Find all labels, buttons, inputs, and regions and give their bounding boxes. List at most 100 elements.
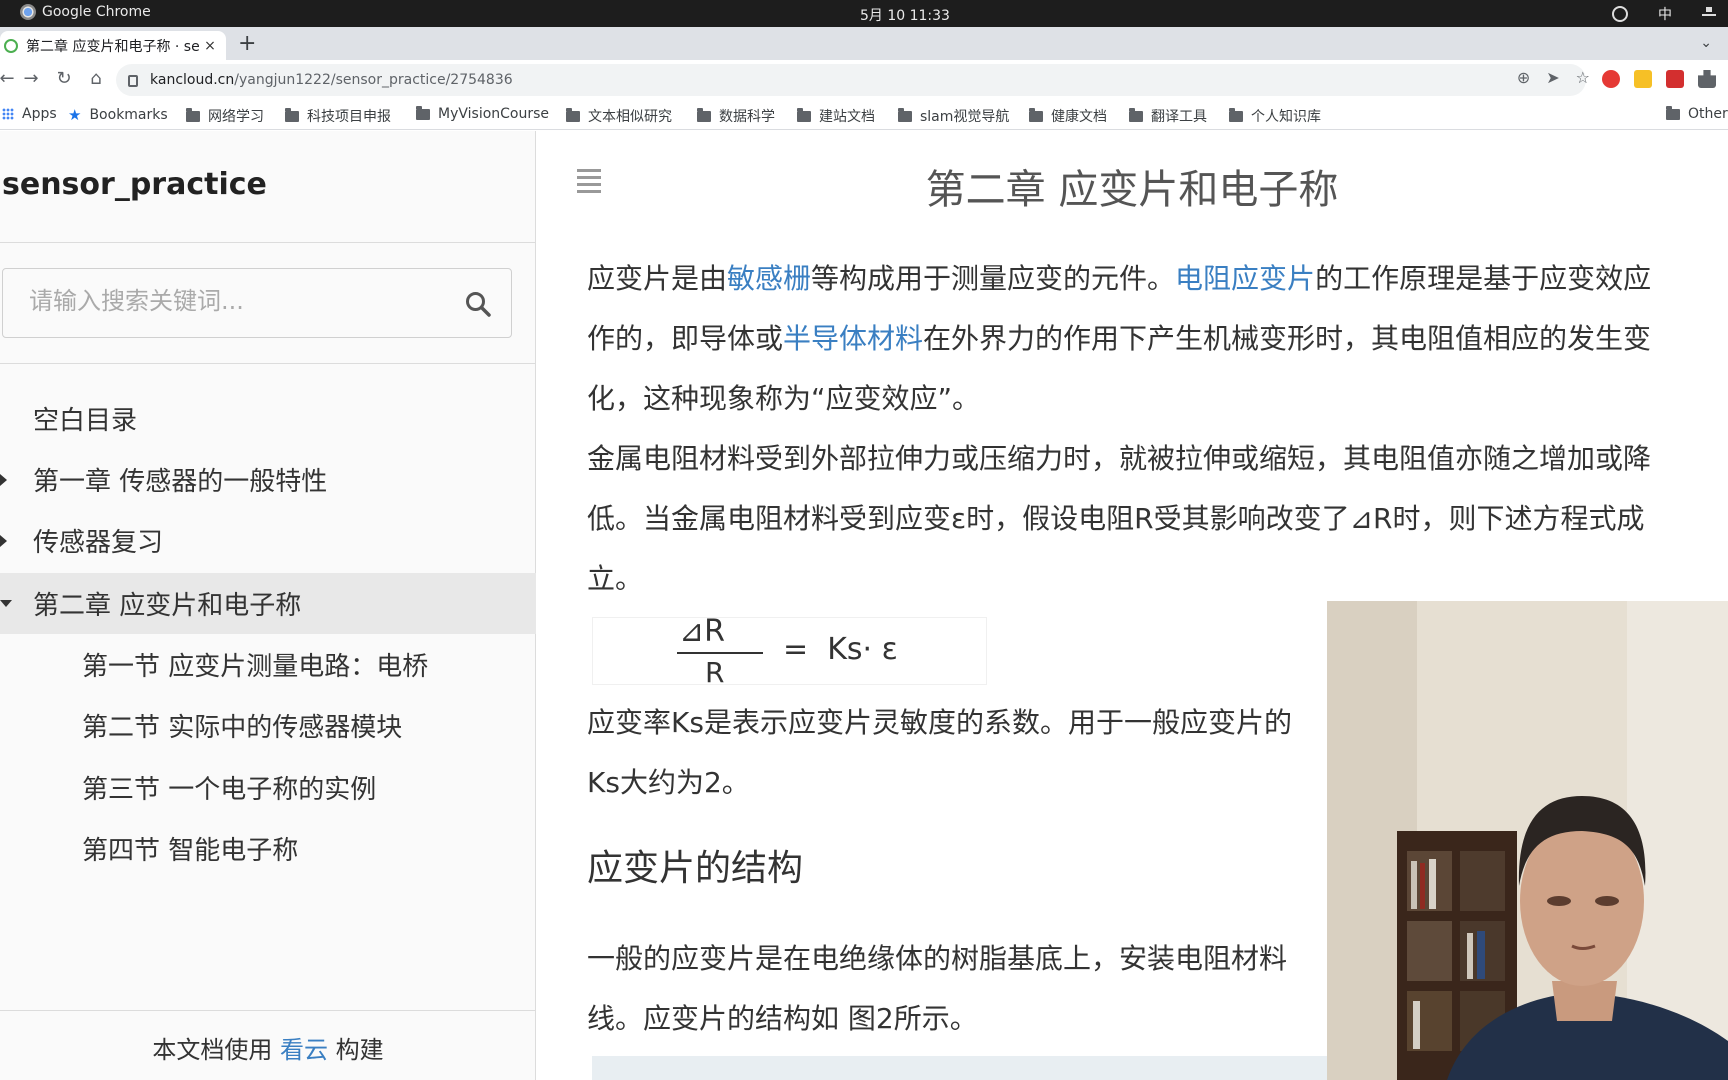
app-name: Google Chrome <box>42 4 151 20</box>
toc-item-label: 第一章 传感器的一般特性 <box>33 467 328 497</box>
bookmark-star-icon[interactable]: ☆ <box>1576 68 1590 87</box>
reload-icon[interactable]: ↻ <box>53 68 75 89</box>
forward-arrow-icon[interactable]: → <box>20 68 42 89</box>
kancloud-link[interactable]: 看云 <box>280 1036 328 1064</box>
bookmark-folder[interactable]: 翻译工具 <box>1129 106 1207 126</box>
bookmarks-bar: Apps ★ Bookmarks 网络学习 科技项目申报 MyVisionCou… <box>0 100 1728 130</box>
extension-red-icon[interactable] <box>1602 70 1620 88</box>
bookmark-folder[interactable]: MyVisionCourse <box>416 105 550 122</box>
tab-search-chevron-icon[interactable]: ⌄ <box>1700 35 1712 51</box>
apps-grid-icon <box>2 108 14 120</box>
section-heading: 应变片的结构 <box>587 848 804 889</box>
bookmark-label: Apps <box>22 106 57 122</box>
bookmark-bookmarks[interactable]: ★ Bookmarks <box>68 106 168 124</box>
bookmark-folder[interactable]: 个人知识库 <box>1229 106 1321 126</box>
search-icon[interactable] <box>465 291 491 317</box>
text: 等构成用于测量应变的元件。 <box>811 262 1176 295</box>
back-arrow-icon[interactable]: ← <box>0 68 18 89</box>
chrome-icon <box>20 4 36 20</box>
active-app[interactable]: Google Chrome <box>20 4 151 20</box>
text: 在外界力的作用下产生机械变形时，其电阻值相应的发生变 <box>923 322 1652 355</box>
page-title: 第二章 应变片和电子称 <box>925 167 1339 213</box>
network-icon[interactable] <box>1702 7 1716 21</box>
search-box <box>2 268 512 338</box>
folder-icon <box>1029 107 1043 122</box>
bookmark-folder[interactable]: slam视觉导航 <box>898 106 1009 126</box>
url-path: /yangjun1222/sensor_practice/2754836 <box>234 72 513 88</box>
bookmark-apps[interactable]: Apps <box>2 106 57 122</box>
formula-image: ⊿R R = Ks· ε <box>592 614 987 689</box>
link-semiconductor-material[interactable]: 半导体材料 <box>783 322 923 355</box>
caret-right-icon[interactable] <box>0 534 7 547</box>
toc-subitem[interactable]: 第一节 应变片测量电路：电桥 <box>0 634 536 695</box>
send-tab-icon[interactable]: ➤ <box>1546 68 1559 87</box>
doc-sidebar: sensor_practice 空白目录 第一章 传感器的一般特性 传感器复习 … <box>0 131 536 1080</box>
url-domain: kancloud.cn <box>150 72 235 88</box>
bookmark-label: 翻译工具 <box>1151 109 1207 125</box>
paragraph-line: 作的，即导体或半导体材料在外界力的作用下产生机械变形时，其电阻值相应的发生变 <box>587 309 1728 369</box>
bookmark-folder[interactable]: 数据科学 <box>697 106 775 126</box>
paragraph-line: 应变片是由敏感栅等构成用于测量应变的元件。电阻应变片的工作原理是基于应变效应 <box>587 249 1728 309</box>
caret-right-icon[interactable] <box>0 473 7 486</box>
toc-item-label: 第一节 应变片测量电路：电桥 <box>82 652 429 682</box>
text: 作的，即导体或 <box>587 322 784 355</box>
zoom-icon[interactable]: ⊕ <box>1517 68 1530 87</box>
toc-subitem[interactable]: 第四节 智能电子称 <box>0 818 536 879</box>
tab-title: 第二章 应变片和电子称 · se <box>26 38 200 55</box>
link-sensitive-grid[interactable]: 敏感栅 <box>727 262 811 295</box>
clock[interactable]: 5月 10 11:33 <box>860 5 950 25</box>
extension-book-icon[interactable] <box>1666 70 1684 88</box>
paragraph-line: 低。当金属电阻材料受到应变ε时，假设电阻R受其影响改变了⊿R时，则下述方程式成 <box>587 502 1645 535</box>
book-title[interactable]: sensor_practice <box>2 167 267 202</box>
tab-strip: 第二章 应变片和电子称 · se × + ⌄ <box>0 27 1728 60</box>
divider <box>0 242 536 243</box>
extensions-puzzle-icon[interactable] <box>1698 70 1716 88</box>
tab-close-icon[interactable]: × <box>202 38 218 54</box>
bookmark-folder[interactable]: 健康文档 <box>1029 106 1107 126</box>
browser-tab-active[interactable]: 第二章 应变片和电子称 · se × <box>0 31 226 60</box>
folder-icon <box>797 107 811 122</box>
bookmark-other[interactable]: Other <box>1666 105 1728 122</box>
bookmark-folder[interactable]: 文本相似研究 <box>566 106 672 126</box>
link-resistance-strain-gauge[interactable]: 电阻应变片 <box>1175 262 1315 295</box>
status-circle-icon[interactable] <box>1612 6 1628 22</box>
toc-subitem[interactable]: 第三节 一个电子称的实例 <box>0 757 536 818</box>
bookmark-label: 数据科学 <box>719 109 775 125</box>
fraction-bar <box>677 652 763 654</box>
bookmark-label: MyVisionCourse <box>438 106 550 122</box>
toc-item-label: 第二章 应变片和电子称 <box>33 591 302 621</box>
toc-item[interactable]: 空白目录 <box>0 388 536 449</box>
toc-item[interactable]: 传感器复习 <box>0 510 536 571</box>
toc-item-label: 第四节 智能电子称 <box>82 836 299 866</box>
star-icon: ★ <box>68 106 82 124</box>
footer-suffix: 构建 <box>335 1036 384 1064</box>
extensions-area <box>1602 70 1716 88</box>
new-tab-button[interactable]: + <box>238 33 256 55</box>
bookmark-label: 网络学习 <box>208 109 264 125</box>
bookmark-folder[interactable]: 科技项目申报 <box>285 106 391 126</box>
caret-down-icon[interactable] <box>0 600 12 607</box>
toc-item[interactable]: 第一章 传感器的一般特性 <box>0 449 536 510</box>
home-icon[interactable]: ⌂ <box>85 68 107 89</box>
webcam-overlay <box>1327 601 1728 1080</box>
toc-subitem[interactable]: 第二节 实际中的传感器模块 <box>0 695 536 756</box>
lock-icon[interactable] <box>128 75 138 87</box>
paragraph-line: 金属电阻材料受到外部拉伸力或压缩力时，就被拉伸或缩短，其电阻值亦随之增加或降 <box>587 442 1652 475</box>
bookmark-folder[interactable]: 网络学习 <box>186 106 264 126</box>
bookmark-folder[interactable]: 建站文档 <box>797 106 875 126</box>
input-method-indicator[interactable]: 中 <box>1658 4 1672 24</box>
bookmark-label: 建站文档 <box>819 109 875 125</box>
toc-item-active[interactable]: 第二章 应变片和电子称 <box>0 573 536 634</box>
search-input[interactable] <box>29 287 449 315</box>
extension-download-icon[interactable] <box>1634 70 1652 88</box>
paragraph-line: 立。 <box>587 562 644 595</box>
folder-icon <box>1129 107 1143 122</box>
toc-item-label: 空白目录 <box>33 406 138 436</box>
formula-rhs: = Ks· ε <box>783 632 898 667</box>
presenter-video-image <box>1327 601 1728 1080</box>
address-bar[interactable]: kancloud.cn /yangjun1222/sensor_practice… <box>116 64 1586 96</box>
bookmark-label: Bookmarks <box>89 107 168 123</box>
folder-icon <box>1666 105 1680 120</box>
formula-denominator: R <box>705 656 725 689</box>
text: 的工作原理是基于应变效应 <box>1315 262 1652 295</box>
